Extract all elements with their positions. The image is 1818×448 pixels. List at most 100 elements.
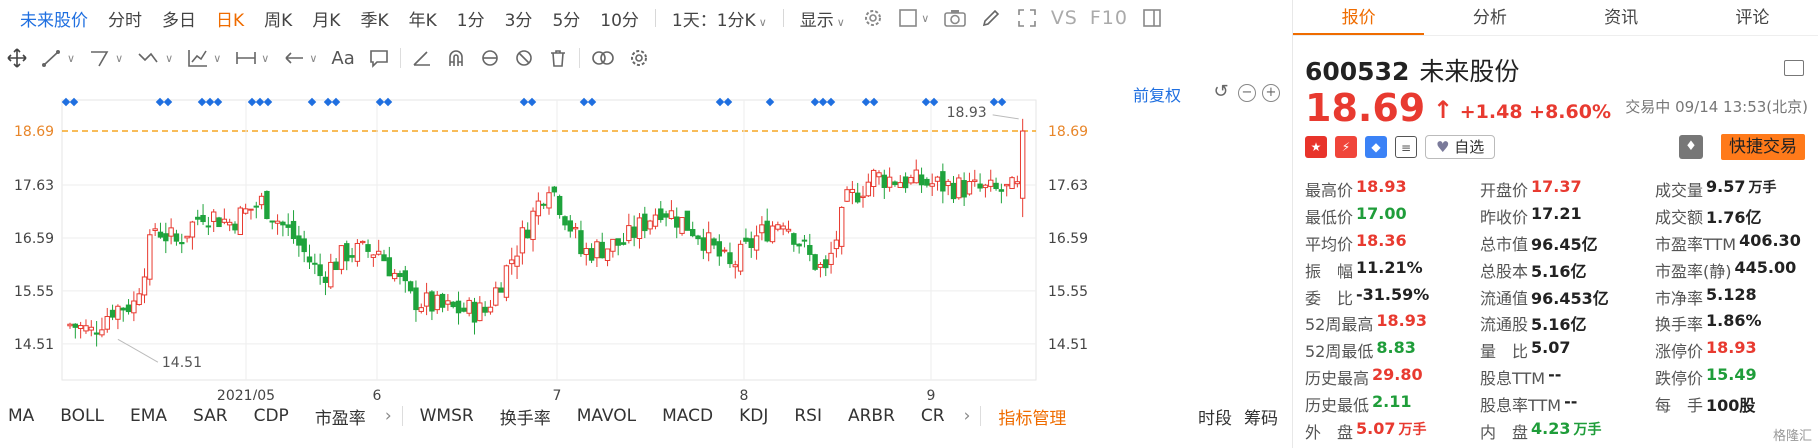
candle-body [828, 252, 834, 265]
indicator-macd[interactable]: MACD [649, 406, 726, 426]
candle-body [173, 233, 180, 242]
candle-body [354, 242, 361, 262]
hide-drawing-icon[interactable] [507, 40, 541, 76]
tab-analysis[interactable]: 分析 [1424, 0, 1555, 35]
indicator-sar[interactable]: SAR [180, 406, 241, 426]
tab-daily-k[interactable]: 日K [206, 6, 254, 31]
quote-value: 18.93 [1356, 177, 1407, 197]
range-tool-icon[interactable]: ∨ [228, 40, 276, 76]
wave-tool-icon[interactable]: ∨ [130, 40, 180, 76]
candle-body [567, 220, 573, 232]
text-tool-icon[interactable]: Aa [324, 40, 361, 76]
chevron-right-icon[interactable]: › [379, 406, 398, 426]
indicator-arbr[interactable]: ARBR [835, 406, 908, 426]
sidebar-toggle-icon[interactable] [1134, 8, 1170, 28]
angle-tool-icon[interactable] [405, 40, 439, 76]
tab-quarterly-k[interactable]: 季K [350, 6, 398, 31]
event-marker-icon [810, 97, 820, 107]
channel-tool-icon[interactable]: ∨ [82, 40, 130, 76]
quote-label: 涨停价 [1655, 342, 1704, 362]
quote-cell: 委 比 -31.59% [1305, 285, 1480, 309]
candle-body [301, 238, 307, 253]
arrow-tool-icon[interactable]: ∨ [276, 40, 324, 76]
candle-body [104, 316, 110, 330]
chip-distribution-button[interactable]: 筹码 [1244, 404, 1278, 429]
quote-cell: 股息TTM -- [1480, 365, 1655, 389]
event-marker-icon [383, 97, 393, 107]
camera-icon[interactable] [937, 9, 973, 27]
lock-drawing-icon[interactable] [473, 40, 507, 76]
tab-monthly-k[interactable]: 月K [302, 6, 350, 31]
session-button[interactable]: 时段 [1198, 404, 1232, 429]
tab-news[interactable]: 资讯 [1556, 0, 1687, 35]
tab-timeshare[interactable]: 分时 [98, 6, 152, 31]
indicator-boll[interactable]: BOLL [47, 406, 117, 426]
candle-body [445, 300, 451, 305]
quote-cell: 成交量 9.57 万手 [1655, 177, 1815, 201]
fibonacci-tool-icon[interactable]: ∨ [180, 40, 228, 76]
overlay-icon[interactable] [584, 40, 622, 76]
tab-yearly-k[interactable]: 年K [399, 6, 447, 31]
tab-quote[interactable]: 报价 [1293, 0, 1425, 35]
candle-body [402, 270, 409, 282]
chevron-right-icon[interactable]: › [958, 406, 977, 426]
tag-icon[interactable]: ◆ [1365, 136, 1387, 158]
notes-icon[interactable]: ≡ [1395, 136, 1417, 158]
indicator-turnover[interactable]: 换手率 [487, 404, 564, 429]
settings-icon[interactable] [855, 8, 891, 28]
menu-icon[interactable] [1784, 60, 1804, 76]
quote-label: 市盈率TTM [1655, 234, 1737, 254]
bell-icon[interactable]: ♦ [1679, 135, 1703, 159]
quote-unit: 万手 [1573, 421, 1602, 438]
candle-body [700, 237, 707, 251]
event-marker-icon [323, 97, 333, 107]
candle-body [924, 178, 930, 186]
plot-frame [61, 99, 1037, 381]
candle-body [647, 220, 653, 230]
indicator-ema[interactable]: EMA [117, 406, 180, 426]
tab-comments[interactable]: 评论 [1687, 0, 1818, 35]
line-tool-icon[interactable]: ∨ [34, 40, 82, 76]
fullscreen-icon[interactable] [1009, 8, 1045, 28]
candle-body [1019, 130, 1026, 199]
drawing-settings-icon[interactable] [622, 40, 656, 76]
magnet-icon[interactable] [439, 40, 473, 76]
indicator-pe[interactable]: 市盈率 [302, 404, 379, 429]
tab-3min[interactable]: 3分 [495, 6, 543, 31]
tab-5min[interactable]: 5分 [542, 6, 590, 31]
pen-icon[interactable] [973, 8, 1009, 28]
tab-1min[interactable]: 1分 [447, 6, 495, 31]
tab-multi-day[interactable]: 多日 [152, 6, 206, 31]
indicator-mavol[interactable]: MAVOL [564, 406, 649, 426]
color-picker[interactable]: ∨ [891, 8, 937, 28]
indicator-wmsr[interactable]: WMSR [407, 406, 487, 426]
trash-icon[interactable] [541, 40, 575, 76]
lightning-icon[interactable]: ⚡ [1335, 136, 1357, 158]
candle-body [290, 220, 297, 240]
indicator-kdj[interactable]: KDJ [726, 406, 781, 426]
display-menu[interactable]: 显示 ∨ [790, 6, 855, 31]
comment-tool-icon[interactable] [362, 40, 396, 76]
quote-value: 18.93 [1376, 311, 1427, 331]
indicator-manage-button[interactable]: 指标管理 [985, 404, 1079, 429]
indicator-cr[interactable]: CR [908, 406, 958, 426]
candle-body [1004, 183, 1010, 187]
indicator-cdp[interactable]: CDP [241, 406, 302, 426]
tab-weekly-k[interactable]: 周K [254, 6, 302, 31]
candle-body [157, 231, 164, 238]
quote-cell: 总股本 5.16亿 [1480, 258, 1655, 282]
tab-10min[interactable]: 10分 [590, 6, 649, 31]
indicator-rsi[interactable]: RSI [781, 406, 835, 426]
period-select[interactable]: 1天：1分K ∨ [662, 6, 777, 31]
candlestick-chart[interactable]: 18.69 18.69 17.63 17.63 16.59 16.59 15.55 15.55… [0, 80, 1290, 400]
move-icon[interactable] [0, 40, 34, 76]
quick-trade-button[interactable]: 快捷交易 [1721, 134, 1805, 160]
add-watchlist-button[interactable]: ♥ 自选 [1425, 135, 1496, 159]
candle-body [684, 210, 691, 231]
candle-body [610, 238, 616, 252]
quote-panel: 报价 分析 资讯 评论 600532 未来股份 18.69 ↑ +1.48 +8.… [1292, 0, 1818, 448]
tab-intraday-forecast[interactable]: 未来股价 [0, 6, 98, 31]
compare-button[interactable]: VS [1045, 7, 1084, 29]
f10-button[interactable]: F10 [1084, 7, 1134, 29]
indicator-ma[interactable]: MA [0, 406, 47, 426]
